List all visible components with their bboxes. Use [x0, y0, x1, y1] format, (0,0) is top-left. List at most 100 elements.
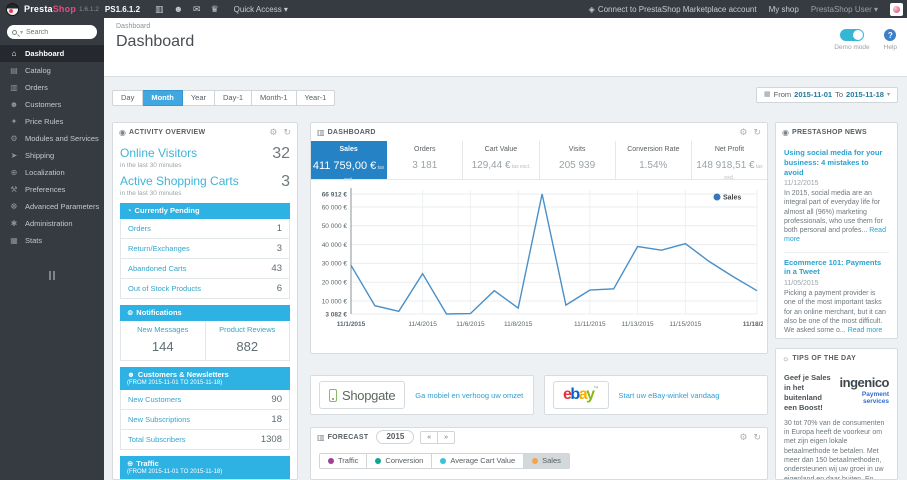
brand-wordmark[interactable]: PrestaShop — [24, 4, 76, 14]
date-filter-year-1[interactable]: Year-1 — [296, 90, 336, 106]
kpi-tab-cart-value[interactable]: Cart Value 129,44 € tax excl. — [463, 141, 540, 179]
messages-icon[interactable]: ✉ — [193, 4, 201, 15]
forecast-toggle-traffic[interactable]: Traffic — [319, 453, 368, 469]
list-item[interactable]: New Subscriptions 18 — [120, 410, 290, 430]
article-title[interactable]: Ecommerce 101: Payments in a Tweet — [784, 258, 889, 278]
shop-name[interactable]: PS1.6.1.2 — [105, 5, 140, 14]
kpi-tab-net-profit[interactable]: Net Profit 148 918,51 € tax excl. — [691, 141, 767, 181]
marketplace-link[interactable]: ◈ Connect to PrestaShop Marketplace accou… — [589, 5, 757, 14]
gear-icon[interactable]: ⚙ — [739, 432, 747, 443]
kpi-label: Sales — [339, 146, 358, 153]
sidebar-item-preferences[interactable]: ⚒ Preferences — [0, 181, 104, 198]
list-item[interactable]: Total Subscribers 1308 — [120, 430, 290, 450]
help-button[interactable]: ? Help — [884, 29, 897, 51]
kpi-tab-sales[interactable]: Sales 411 759,00 € tax excl. — [311, 141, 388, 183]
price-rules-icon: ✦ — [10, 117, 18, 126]
forecast-toggle-average-cart-value[interactable]: Average Cart Value — [432, 453, 525, 469]
collapse-menu-icon[interactable] — [47, 271, 57, 280]
cell-label[interactable]: New Messages — [123, 325, 203, 334]
kpi-value: 129,44 € tax excl. — [471, 160, 531, 171]
date-filter-month[interactable]: Month — [143, 90, 183, 106]
panel-title: ACTIVITY OVERVIEW — [128, 128, 206, 136]
user-menu[interactable]: PrestaShop User ▾ — [811, 5, 878, 14]
date-filter-day-1[interactable]: Day-1 — [215, 90, 253, 106]
sidebar-item-customers[interactable]: ☻ Customers — [0, 96, 104, 113]
row-label[interactable]: New Customers — [128, 395, 181, 404]
read-more-link[interactable]: Read more — [848, 327, 883, 334]
list-item[interactable]: Return/Exchanges 3 — [120, 239, 290, 259]
previous-year-button[interactable]: « — [420, 430, 439, 444]
read-more-link[interactable]: Read more — [784, 227, 886, 243]
search-scope-caret-icon[interactable]: ▾ — [20, 29, 23, 36]
refresh-icon[interactable]: ↻ — [283, 127, 291, 138]
row-value: 6 — [276, 283, 282, 294]
forecast-toggle-sales[interactable]: Sales — [524, 453, 570, 469]
sales-line-chart[interactable]: 11/1/2015 11/4/2015 11/6/2015 11/8/2015 11/1… — [313, 184, 767, 336]
sidebar-item-price-rules[interactable]: ✦ Price Rules — [0, 113, 104, 130]
quick-access-menu[interactable]: Quick Access ▾ — [234, 5, 288, 14]
sidebar-search[interactable]: ▾ — [7, 25, 97, 39]
sidebar-item-modules-and-services[interactable]: ⚙ Modules and Services — [0, 130, 104, 147]
ingenico-logo[interactable]: ingenico Payment services — [840, 374, 890, 406]
list-item[interactable]: Abandoned Carts 43 — [120, 259, 290, 279]
sidebar-item-orders[interactable]: ▥ Orders — [0, 79, 104, 96]
kpi-tab-conversion-rate[interactable]: Conversion Rate 1.54% — [615, 141, 692, 179]
next-year-button[interactable]: » — [438, 430, 456, 444]
date-filter-month-1[interactable]: Month-1 — [252, 90, 297, 106]
search-input[interactable] — [26, 28, 92, 36]
forecast-year[interactable]: 2015 — [376, 430, 415, 444]
active-carts-link[interactable]: Active Shopping Carts — [120, 174, 239, 188]
row-label[interactable]: Out of Stock Products — [128, 284, 201, 293]
sidebar-item-stats[interactable]: ▦ Stats — [0, 232, 104, 249]
breadcrumb[interactable]: Dashboard — [116, 23, 895, 30]
calendar-icon: ▦ — [764, 91, 771, 99]
date-filter-year[interactable]: Year — [182, 90, 215, 106]
demo-mode-toggle[interactable]: Demo mode — [834, 29, 870, 51]
ebay-logo[interactable]: ebay™ — [553, 381, 609, 409]
row-label[interactable]: Orders — [128, 224, 151, 233]
online-visitors-link[interactable]: Online Visitors — [120, 146, 197, 160]
kpi-tab-orders[interactable]: Orders 3 181 — [387, 141, 464, 179]
cell-label[interactable]: Product Reviews — [208, 325, 288, 334]
list-item[interactable]: New Customers 90 — [120, 390, 290, 410]
row-label[interactable]: New Subscriptions — [128, 415, 190, 424]
prestashop-logo-icon[interactable] — [6, 2, 19, 16]
badges-icon[interactable]: ♛ — [211, 4, 219, 15]
list-item[interactable]: Orders 1 — [120, 219, 290, 239]
help-icon[interactable]: ? — [884, 29, 897, 41]
sidebar-item-advanced-parameters[interactable]: ☸ Advanced Parameters — [0, 198, 104, 215]
row-label[interactable]: Total Subscribers — [128, 435, 186, 444]
news-article: Using social media for your business: 4 … — [784, 143, 889, 253]
sidebar-item-shipping[interactable]: ➤ Shipping — [0, 147, 104, 164]
refresh-icon[interactable]: ↻ — [753, 432, 761, 443]
row-label[interactable]: Abandoned Carts — [128, 264, 186, 273]
avatar[interactable] — [890, 2, 903, 16]
sidebar-item-administration[interactable]: ✱ Administration — [0, 215, 104, 232]
gear-icon[interactable]: ⚙ — [739, 127, 747, 138]
shopgate-logo[interactable]: Shopgate — [319, 381, 406, 409]
sidebar-item-dashboard[interactable]: ⌂ Dashboard — [0, 45, 104, 62]
kpi-tab-visits[interactable]: Visits 205 939 — [539, 141, 616, 179]
date-filter-day[interactable]: Day — [112, 90, 144, 106]
cart-icon[interactable]: ▥ — [155, 4, 164, 15]
refresh-icon[interactable]: ↻ — [753, 127, 761, 138]
notification-cell[interactable]: Product Reviews 882 — [205, 321, 290, 361]
notification-cell[interactable]: New Messages 144 — [120, 321, 206, 361]
sidebar-item-catalog[interactable]: ▤ Catalog — [0, 62, 104, 79]
sidebar-item-localization[interactable]: ⊕ Localization — [0, 164, 104, 181]
ebay-link[interactable]: Start uw eBay-winkel vandaag — [619, 391, 720, 400]
toggle-on-icon[interactable] — [839, 29, 864, 41]
row-label[interactable]: Return/Exchanges — [128, 244, 190, 253]
sidebar-item-label: Preferences — [25, 185, 66, 194]
row-value: 3 — [276, 243, 282, 254]
kpi-value: 3 181 — [412, 160, 438, 171]
list-item[interactable]: Out of Stock Products 6 — [120, 279, 290, 299]
customers-icon[interactable]: ☻ — [174, 4, 183, 14]
gear-icon[interactable]: ⚙ — [269, 127, 277, 138]
my-shop-link[interactable]: My shop — [769, 5, 799, 14]
cart-icon: ▥ — [317, 432, 325, 442]
forecast-toggle-conversion[interactable]: Conversion — [367, 453, 433, 469]
date-range-picker[interactable]: ▦ From 2015-11-01 To 2015-11-18 ▾ — [756, 87, 898, 103]
article-title[interactable]: Using social media for your business: 4 … — [784, 148, 889, 177]
shopgate-link[interactable]: Ga mobiel en verhoog uw omzet — [415, 391, 523, 400]
